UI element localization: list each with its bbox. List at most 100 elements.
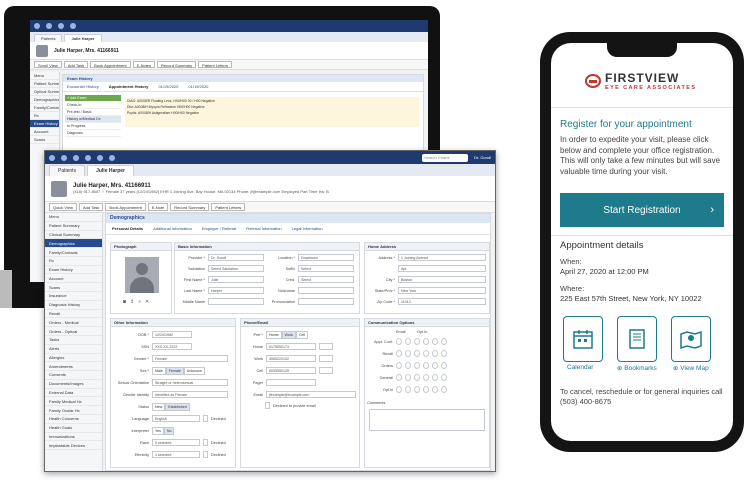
sidebar-item[interactable]: Family Ocular Hx [45, 406, 102, 415]
pref-option[interactable]: Work [281, 331, 296, 339]
back-action[interactable]: Add Task [63, 61, 89, 68]
zoom-icon[interactable]: ⌕ [138, 299, 141, 305]
sidebar-item[interactable]: Family Medical Hx [45, 397, 102, 407]
comm-radio[interactable] [405, 350, 411, 357]
comm-radio[interactable] [396, 338, 402, 345]
list-item[interactable]: Pre-test / Basic [65, 109, 121, 116]
people-icon[interactable] [85, 154, 91, 161]
comm-radio[interactable] [441, 374, 447, 381]
sidebar-item[interactable]: Demographics [30, 96, 59, 104]
back-action[interactable]: Book Appointment [90, 61, 131, 68]
language-select[interactable]: English [152, 415, 200, 422]
sidebar-item[interactable]: Amendments [45, 362, 102, 372]
sidebar-item[interactable]: Clinical Summary [45, 231, 102, 240]
sidebar-item[interactable]: External Data [45, 389, 102, 398]
dob-field[interactable]: 12/24/1982 [152, 331, 192, 338]
user-menu[interactable]: Dr. Gondi [474, 155, 491, 160]
sidebar-item[interactable]: Tasks [45, 336, 102, 345]
comm-radio[interactable] [432, 362, 438, 369]
interpreter-option[interactable]: No [163, 427, 175, 435]
sidebar-item[interactable]: Scans [30, 136, 59, 144]
sex-option[interactable]: Female [165, 367, 184, 375]
list-item[interactable]: Diagnosis [65, 130, 121, 137]
subtab[interactable]: Employer / Referral [202, 226, 236, 231]
work-phone-field[interactable]: 4065220102 [266, 355, 316, 362]
back-subtab[interactable]: 01/19/2020 [188, 84, 208, 89]
record-summary-button[interactable]: Record Summary [170, 203, 210, 211]
address-line2-field[interactable]: Apt [398, 265, 486, 272]
comm-radio[interactable] [423, 350, 429, 357]
race-declined-checkbox[interactable] [203, 439, 208, 446]
orientation-select[interactable]: Straight or heterosexual [152, 379, 228, 386]
bookmarks-button[interactable] [617, 316, 657, 362]
back-action[interactable]: Scroll View [34, 61, 62, 68]
comm-radio[interactable] [423, 362, 429, 369]
upload-icon[interactable]: ↥ [130, 299, 134, 305]
sidebar-item[interactable]: Insurance [45, 292, 102, 301]
sidebar-item[interactable]: Health Goals [45, 424, 102, 433]
view-map-button[interactable] [671, 316, 711, 362]
sidebar-item[interactable]: Orders - Optical [45, 327, 102, 336]
sidebar-item[interactable]: Immunizations [45, 433, 102, 442]
e-note-button[interactable]: E-Note [147, 203, 169, 211]
comm-radio[interactable] [414, 338, 420, 345]
sidebar-item[interactable]: Account [30, 128, 59, 136]
comm-radio[interactable] [414, 386, 420, 393]
back-action[interactable]: E-Notes [132, 61, 156, 68]
state-select[interactable]: New York [398, 287, 486, 294]
salutation-select[interactable]: Select Salutation [208, 265, 264, 272]
tab-patients[interactable]: Patients [49, 165, 86, 176]
sidebar-item[interactable]: Exam History [30, 120, 59, 128]
calendar-button[interactable] [563, 316, 603, 362]
sidebar-item[interactable]: Alerts [45, 345, 102, 354]
comm-radio[interactable] [414, 350, 420, 357]
settings-icon[interactable] [109, 154, 115, 161]
back-subtab[interactable]: Appointment History [109, 84, 149, 89]
add-task-button[interactable]: Add Task [78, 203, 104, 211]
comm-radio[interactable] [405, 338, 411, 345]
sidebar-item[interactable]: Patient Summary [45, 222, 102, 231]
subtab[interactable]: Additional Information [153, 226, 192, 231]
sidebar-item[interactable]: Optical Summary [30, 88, 59, 96]
comm-radio[interactable] [432, 386, 438, 393]
comm-radio[interactable] [423, 374, 429, 381]
settings-icon[interactable] [70, 23, 76, 29]
subtab[interactable]: Personal Details [112, 226, 143, 231]
sidebar-item[interactable]: Diagnosis History [45, 301, 102, 310]
language-declined-checkbox[interactable] [203, 415, 208, 422]
ethnicity-declined-checkbox[interactable] [203, 451, 208, 458]
sex-option[interactable]: Male [152, 367, 166, 375]
sidebar-item[interactable]: Implantable Devices [45, 441, 102, 451]
add-exam-button[interactable]: + Add Exam [65, 95, 121, 101]
delete-icon[interactable]: ✕ [145, 299, 149, 305]
cell-ext-field[interactable] [319, 367, 333, 374]
comm-radio[interactable] [432, 350, 438, 357]
gender-select[interactable]: Female [152, 355, 228, 362]
subtab[interactable]: Legal Information [292, 226, 323, 231]
nickname-field[interactable] [298, 287, 354, 294]
calendar-icon[interactable] [73, 154, 79, 161]
pager-field[interactable] [266, 379, 316, 386]
pref-option[interactable]: Home [266, 331, 282, 339]
suffix-select[interactable]: Select [298, 265, 354, 272]
subtab[interactable]: Referral Information [246, 226, 281, 231]
home-icon[interactable] [61, 154, 67, 161]
search-input[interactable]: Search Charts [422, 153, 469, 162]
status-option[interactable]: Established [165, 403, 190, 411]
quick-view-button[interactable]: Quick View [49, 203, 77, 211]
calendar-icon[interactable] [58, 23, 64, 29]
sidebar-item[interactable]: Scans [45, 283, 102, 293]
cred-select[interactable]: Select [298, 276, 354, 283]
interpreter-option[interactable]: Yes [152, 427, 164, 435]
sex-option[interactable]: Unknown [183, 367, 205, 375]
sidebar-item[interactable]: Demographics [45, 239, 102, 249]
comm-radio[interactable] [432, 338, 438, 345]
last-name-field[interactable]: Harper [208, 287, 264, 294]
tab-patient[interactable]: Julie Harper [64, 34, 102, 42]
comm-radio[interactable] [405, 374, 411, 381]
pref-option[interactable]: Cell [295, 331, 309, 339]
sidebar-item[interactable]: Exam History [45, 266, 102, 275]
sidebar-item[interactable]: Menu [45, 213, 102, 222]
patient-letters-button[interactable]: Patient Letters [211, 203, 246, 211]
comm-radio[interactable] [405, 386, 411, 393]
